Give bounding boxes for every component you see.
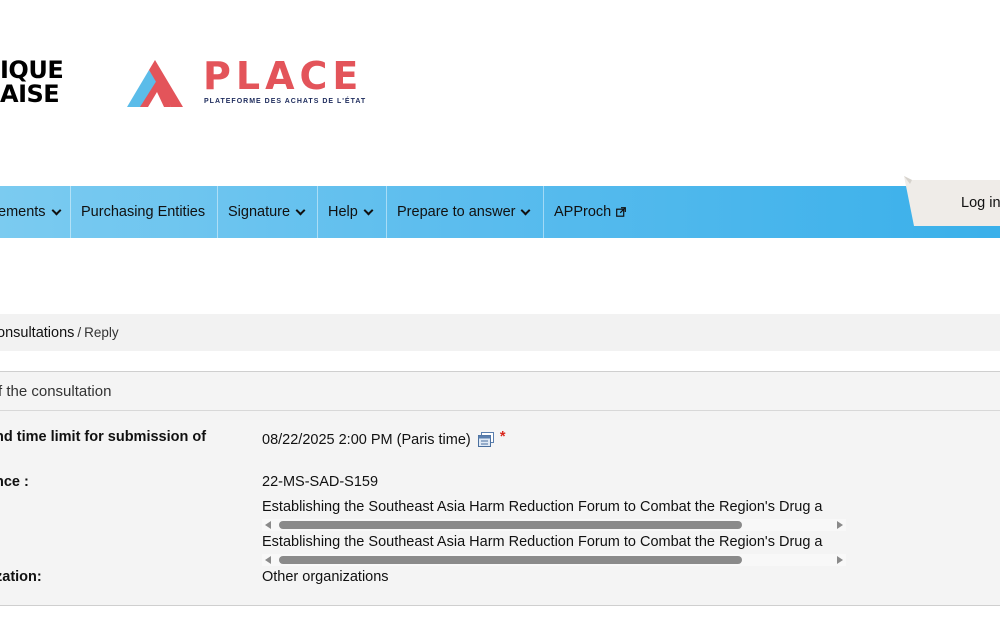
scroll-left-arrow-icon[interactable]: [265, 556, 271, 564]
chevron-down-icon: [363, 205, 374, 215]
nav-item-purchasing-entities[interactable]: Purchasing Entities: [71, 186, 218, 238]
breadcrumb: onsultations / Reply: [0, 314, 1000, 351]
reference-value: 22-MS-SAD-S159: [262, 474, 379, 490]
reference-label: nce :: [0, 474, 29, 490]
organization-label: zation:: [0, 569, 42, 585]
deadline-label: nd time limit for submission of: [0, 429, 207, 445]
nav-item-announcements[interactable]: ements: [0, 186, 71, 238]
scroll-left-arrow-icon[interactable]: [265, 521, 271, 529]
consultation-details-panel: f the consultation nd time limit for sub…: [0, 371, 1000, 606]
object-value: Establishing the Southeast Asia Harm Red…: [262, 534, 823, 550]
object-scrollbox: Establishing the Southeast Asia Harm Red…: [262, 534, 846, 571]
title-scrollbox: Establishing the Southeast Asia Harm Red…: [262, 499, 846, 536]
chevron-down-icon: [521, 205, 531, 215]
place-title: PLACE: [203, 54, 364, 98]
main-navigation: ements Purchasing Entities Signature Hel…: [0, 186, 1000, 238]
chevron-down-icon: [295, 205, 306, 215]
breadcrumb-separator: /: [77, 325, 82, 340]
horizontal-scrollbar[interactable]: [262, 519, 846, 531]
place-logo[interactable]: PLACE PLATEFORME DES ACHATS DE L'ÉTAT: [127, 54, 365, 110]
title-value: Establishing the Southeast Asia Harm Red…: [262, 499, 823, 515]
deadline-value: 08/22/2025 2:00 PM (Paris time) *: [262, 429, 505, 448]
calendar-icon[interactable]: [477, 432, 495, 447]
organization-value: Other organizations: [262, 569, 389, 585]
nav-item-label: Signature: [228, 204, 291, 220]
horizontal-scrollbar[interactable]: [262, 554, 846, 566]
login-label: Log in: [961, 195, 1000, 211]
breadcrumb-consultations-link[interactable]: onsultations: [0, 325, 74, 341]
nav-item-label: ements: [0, 204, 46, 220]
scrollbar-thumb[interactable]: [279, 556, 742, 564]
gov-logo-line-1: IQUE: [0, 56, 64, 84]
place-subtitle: PLATEFORME DES ACHATS DE L'ÉTAT: [204, 98, 367, 105]
nav-item-label: Prepare to answer: [397, 204, 516, 220]
nav-item-label: Purchasing Entities: [81, 204, 206, 220]
nav-item-label: Help: [328, 204, 358, 220]
nav-item-prepare-to-answer[interactable]: Prepare to answer: [387, 186, 544, 238]
nav-item-label: APProch: [554, 204, 612, 220]
gov-logo-line-2: AISE: [0, 80, 60, 108]
nav-item-signature[interactable]: Signature: [218, 186, 318, 238]
required-mark: *: [499, 429, 506, 445]
scroll-right-arrow-icon[interactable]: [837, 521, 843, 529]
breadcrumb-current: Reply: [84, 325, 119, 340]
deadline-text: 08/22/2025 2:00 PM (Paris time): [262, 432, 471, 448]
scrollbar-thumb[interactable]: [279, 521, 742, 529]
place-triangle-icon: [127, 60, 183, 107]
nav-item-help[interactable]: Help: [318, 186, 387, 238]
chevron-down-icon: [51, 205, 62, 215]
panel-title-text: f the consultation: [0, 382, 112, 400]
scroll-right-arrow-icon[interactable]: [837, 556, 843, 564]
government-logo: IQUE AISE: [0, 56, 64, 108]
nav-item-approch[interactable]: APProch: [544, 186, 644, 238]
login-button[interactable]: Log in: [904, 176, 1000, 226]
external-link-icon: [616, 207, 627, 217]
panel-title: f the consultation: [0, 372, 1000, 411]
